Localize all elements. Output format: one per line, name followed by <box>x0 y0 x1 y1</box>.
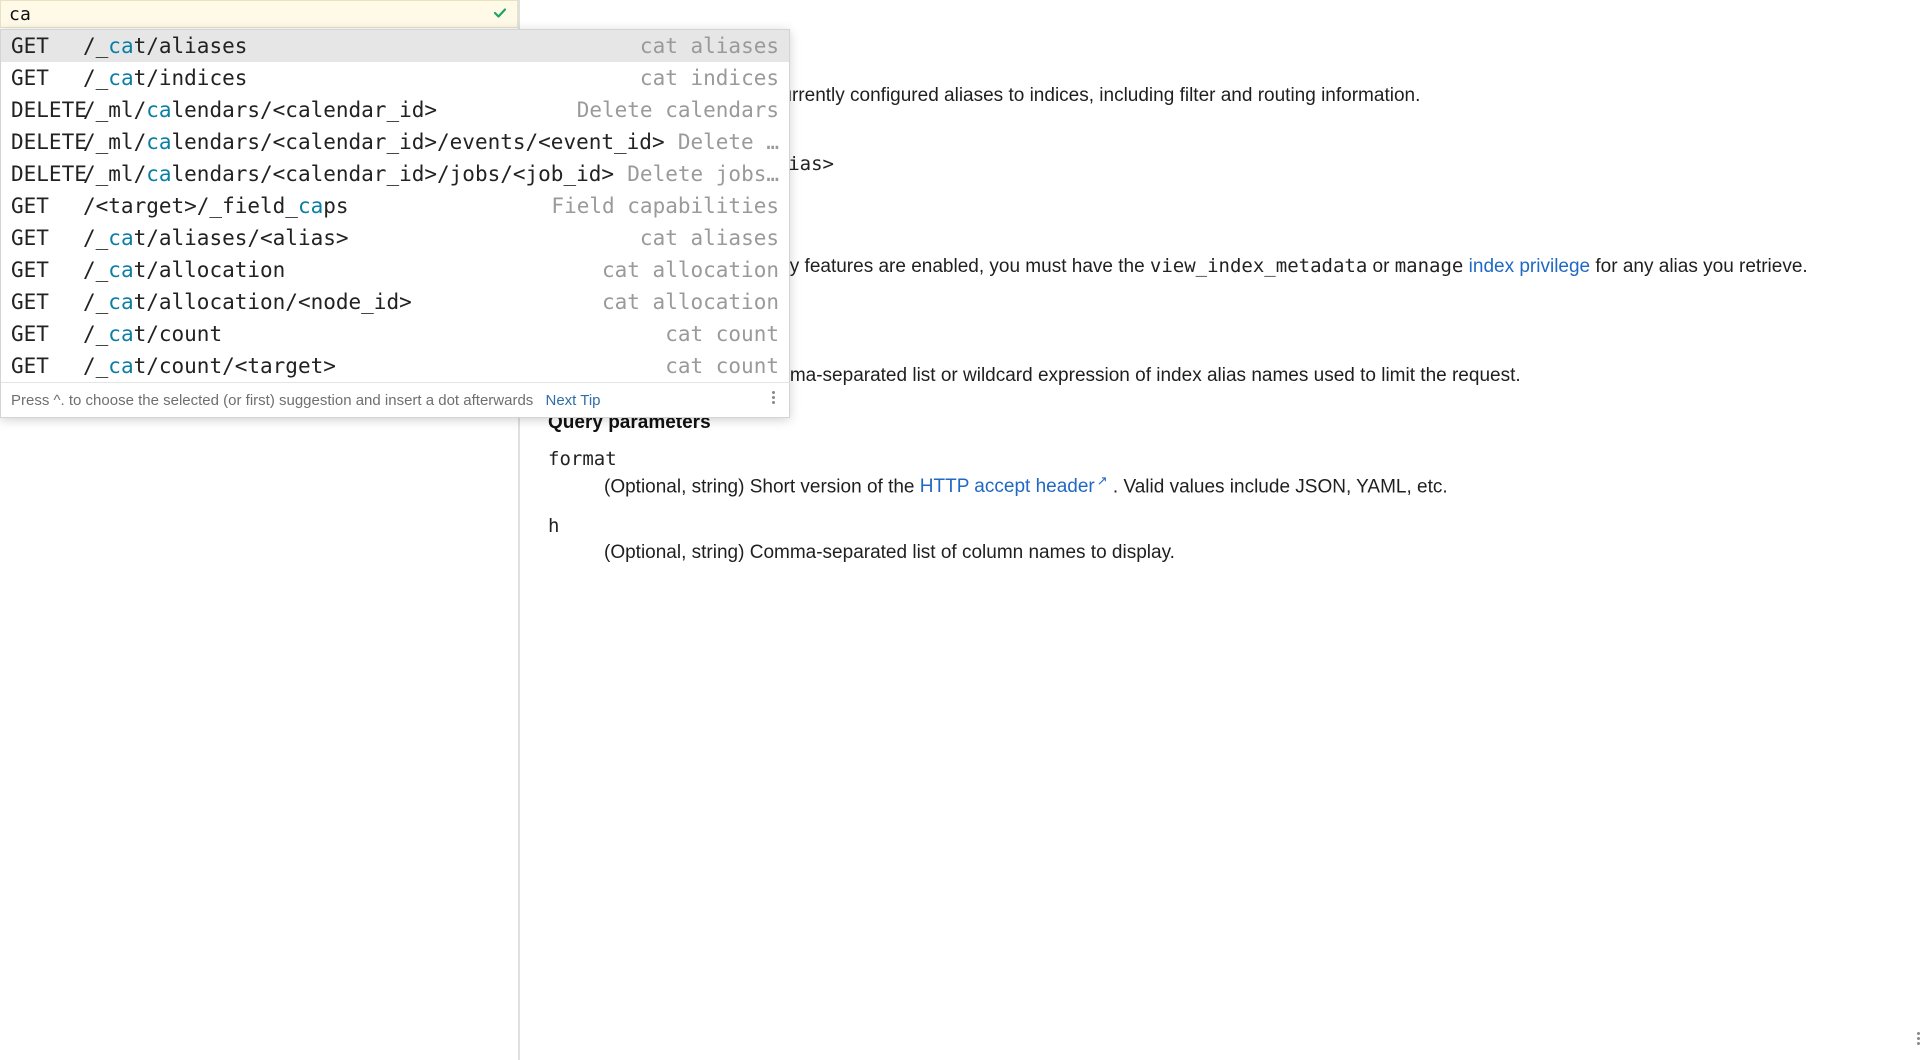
autocomplete-item-method: GET <box>11 320 83 348</box>
index-privilege-link[interactable]: index privilege <box>1469 256 1590 277</box>
autocomplete-item-left: DELETE/_ml/calendars/<calendar_id>/event… <box>11 128 665 156</box>
autocomplete-item-left: DELETE/_ml/calendars/<calendar_id>/jobs/… <box>11 160 614 188</box>
h-param-label: h <box>548 515 1888 537</box>
autocomplete-item-desc: cat allocation <box>602 256 779 284</box>
autocomplete-item-method: GET <box>11 32 83 60</box>
autocomplete-item-method: GET <box>11 288 83 316</box>
autocomplete-item[interactable]: DELETE/_ml/calendars/<calendar_id>/jobs/… <box>1 158 789 190</box>
autocomplete-item-desc: Delete … <box>678 128 779 156</box>
autocomplete-item[interactable]: GET/<target>/_field_caps Field capabiliti… <box>1 190 789 222</box>
query-input[interactable]: ca <box>0 0 518 28</box>
prereq-code-1: view_index_metadata <box>1150 255 1367 277</box>
autocomplete-item-method: GET <box>11 64 83 92</box>
autocomplete-item-path: /_cat/count <box>83 320 222 348</box>
editor-pane: ca GET/_cat/aliasescat aliasesGET/_cat/i… <box>0 0 520 1060</box>
autocomplete-item-method: DELETE <box>11 96 83 124</box>
autocomplete-list: GET/_cat/aliasescat aliasesGET/_cat/indi… <box>1 30 789 382</box>
autocomplete-item-path: /_ml/calendars/<calendar_id>/jobs/<job_i… <box>83 160 614 188</box>
autocomplete-item[interactable]: GET/_cat/allocation/<node_id> cat allocat… <box>1 286 789 318</box>
alias-param-desc: (Optional, string) Comma-separated list … <box>604 362 1888 390</box>
autocomplete-item[interactable]: GET/_cat/count cat count <box>1 318 789 350</box>
autocomplete-item-left: GET/_cat/aliases/<alias> <box>11 224 349 252</box>
prereq-text-mid: or <box>1373 256 1395 277</box>
autocomplete-item-desc: Delete calendars <box>577 96 779 124</box>
autocomplete-item-desc: cat indices <box>640 64 779 92</box>
autocomplete-item[interactable]: GET/_cat/allocation cat allocation <box>1 254 789 286</box>
next-tip-link[interactable]: Next Tip <box>545 392 600 409</box>
h-param-desc: (Optional, string) Comma-separated list … <box>604 539 1888 567</box>
autocomplete-item[interactable]: GET/_cat/aliases cat aliases <box>1 30 789 62</box>
autocomplete-item-left: GET/_cat/count <box>11 320 222 348</box>
autocomplete-item-method: GET <box>11 352 83 380</box>
autocomplete-item-left: GET/_cat/indices <box>11 64 247 92</box>
autocomplete-item-desc: cat count <box>665 352 779 380</box>
autocomplete-item-method: GET <box>11 256 83 284</box>
autocomplete-item-desc: Delete jobs… <box>627 160 779 188</box>
autocomplete-item-desc: cat count <box>665 320 779 348</box>
autocomplete-item[interactable]: DELETE/_ml/calendars/<calendar_id>/event… <box>1 126 789 158</box>
app-root: ca GET/_cat/aliasescat aliasesGET/_cat/i… <box>0 0 1932 1060</box>
autocomplete-item-path: /_cat/aliases <box>83 32 247 60</box>
autocomplete-item-desc: cat aliases <box>640 32 779 60</box>
autocomplete-item-desc: cat allocation <box>602 288 779 316</box>
autocomplete-hint: Press ^. to choose the selected (or firs… <box>11 392 533 409</box>
autocomplete-item-path: /_cat/aliases/<alias> <box>83 224 349 252</box>
autocomplete-item[interactable]: GET/_cat/indices cat indices <box>1 62 789 94</box>
external-link-icon: ↗ <box>1097 473 1108 488</box>
http-accept-header-link-text: HTTP accept header <box>920 476 1095 497</box>
format-desc-post: . Valid values include JSON, YAML, etc. <box>1113 476 1448 497</box>
prereq-code-2: manage <box>1395 255 1464 277</box>
autocomplete-item-method: DELETE <box>11 128 83 156</box>
autocomplete-item-left: DELETE/_ml/calendars/<calendar_id> <box>11 96 437 124</box>
http-accept-header-link[interactable]: HTTP accept header↗ <box>920 476 1108 497</box>
autocomplete-item-left: GET/_cat/count/<target> <box>11 352 336 380</box>
autocomplete-item[interactable]: GET/_cat/count/<target> cat count <box>1 350 789 382</box>
doc-more-button[interactable] <box>1917 1030 1920 1052</box>
autocomplete-item-path: /_ml/calendars/<calendar_id>/events/<eve… <box>83 128 665 156</box>
autocomplete-item-path: /_cat/allocation <box>83 256 285 284</box>
autocomplete-item-left: GET/_cat/allocation <box>11 256 285 284</box>
autocomplete-item-desc: Field capabilities <box>551 192 779 220</box>
autocomplete-item-left: GET/<target>/_field_caps <box>11 192 349 220</box>
autocomplete-more-button[interactable] <box>768 389 779 411</box>
autocomplete-item-method: GET <box>11 224 83 252</box>
autocomplete-item-path: /_cat/count/<target> <box>83 352 336 380</box>
autocomplete-item-path: /_ml/calendars/<calendar_id> <box>83 96 437 124</box>
prereq-text-post: for any alias you retrieve. <box>1595 256 1807 277</box>
format-param-label: format <box>548 448 1888 470</box>
autocomplete-item-path: /_cat/allocation/<node_id> <box>83 288 412 316</box>
autocomplete-item-method: DELETE <box>11 160 83 188</box>
autocomplete-popup: GET/_cat/aliasescat aliasesGET/_cat/indi… <box>0 29 790 418</box>
check-icon <box>493 5 507 24</box>
format-desc-pre: (Optional, string) Short version of the <box>604 476 920 497</box>
query-input-value: ca <box>9 4 31 25</box>
autocomplete-item[interactable]: DELETE/_ml/calendars/<calendar_id> Delete… <box>1 94 789 126</box>
autocomplete-item-method: GET <box>11 192 83 220</box>
format-param-desc: (Optional, string) Short version of the … <box>604 472 1888 501</box>
autocomplete-item-desc: cat aliases <box>640 224 779 252</box>
autocomplete-item-left: GET/_cat/aliases <box>11 32 247 60</box>
autocomplete-footer: Press ^. to choose the selected (or firs… <box>1 382 789 417</box>
autocomplete-item[interactable]: GET/_cat/aliases/<alias> cat aliases <box>1 222 789 254</box>
autocomplete-item-path: /_cat/indices <box>83 64 247 92</box>
autocomplete-item-left: GET/_cat/allocation/<node_id> <box>11 288 412 316</box>
autocomplete-item-path: /<target>/_field_caps <box>83 192 349 220</box>
